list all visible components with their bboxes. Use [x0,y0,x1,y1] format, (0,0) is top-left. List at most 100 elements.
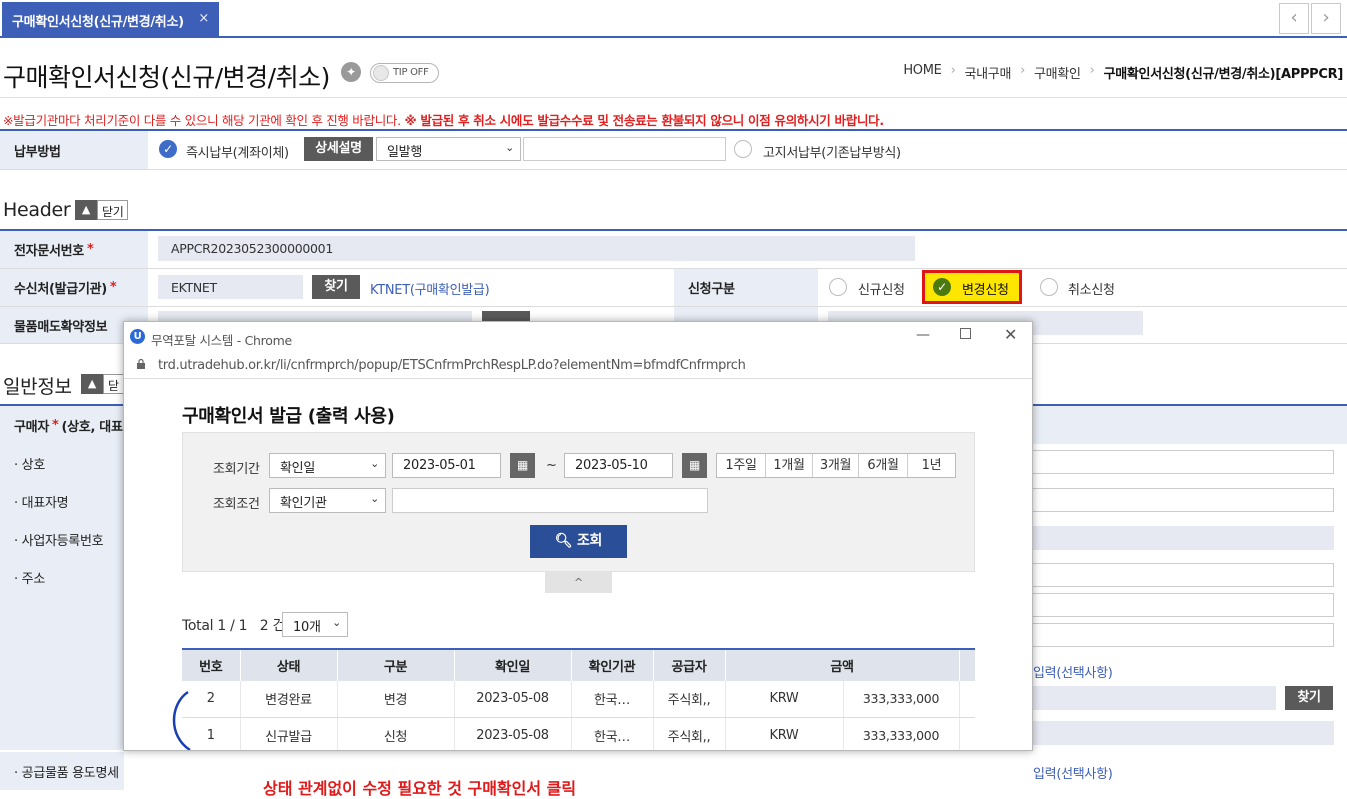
find-button[interactable]: 찾기 [1285,686,1333,710]
optional-input-link-2[interactable]: 입력(선택사항) [1033,763,1113,782]
close-icon[interactable]: ✕ [1004,325,1017,344]
tab-label: 구매확인서신청(신규/변경/취소) [12,15,184,30]
range-button-group: 1주일 1개월 3개월 6개월 1년 [716,453,956,478]
col-supplier: 공급자 [652,648,725,681]
date-to-input[interactable]: 2023-05-10 [564,453,673,478]
chevron-down-icon: ⌄ [505,141,514,154]
address-input-1[interactable] [1031,563,1334,587]
period-type-value: 확인일 [280,461,315,476]
search-button[interactable]: 🔍︎ 조회 [530,525,627,558]
tab-close-icon[interactable]: × [198,11,209,26]
find-receiver-button[interactable]: 찾기 [312,275,360,299]
condition-input[interactable] [392,488,708,513]
annotation-text: 상태 관계없이 수정 필요한 것 구매확인서 클릭 [263,779,577,798]
annotation-box [922,270,1022,304]
popup-heading: 구매확인서 발급 (출력 사용) [182,406,395,427]
breadcrumb-item[interactable]: 국내구매 [964,63,1011,82]
radio-immediate-payment[interactable]: ✓ [159,140,177,158]
buyer-ceo-input[interactable] [1031,488,1334,512]
required-mark: * [51,417,59,433]
collapse-chevron-up-icon[interactable]: ^ [545,572,612,593]
divider [0,129,1347,131]
app-logo-icon: U [130,329,145,344]
chevron-down-icon: ⌄ [332,616,341,629]
range-1week[interactable]: 1주일 [717,454,765,477]
breadcrumb-item[interactable]: 구매확인 [1034,63,1081,82]
general-close-button[interactable]: 닫 [103,374,124,394]
cell-extra [958,681,976,718]
chevron-down-icon: ⌄ [370,457,379,470]
detail-button[interactable]: 상세설명 [304,137,373,161]
cell-status[interactable]: 변경완료 [239,681,337,718]
radio-invoice-payment[interactable] [734,140,752,158]
cell-org: 한국… [570,681,653,718]
cell-extra [958,717,976,750]
col-amount: 금액 [724,648,960,681]
date-from-input[interactable]: 2023-05-01 [392,453,501,478]
range-3month[interactable]: 3개월 [812,454,858,477]
buyer-bizno-field [1031,526,1334,550]
payment-label: 납부방법 [0,131,148,169]
receiver-label: 수신처(발급기관) * [0,269,148,306]
required-mark: * [86,242,94,257]
col-extra [958,648,976,681]
lightbulb-icon[interactable]: ✦ [341,62,361,82]
optional-field-2 [1031,721,1334,745]
chevron-up-icon[interactable]: ▲ [75,200,97,220]
range-1year[interactable]: 1년 [907,454,955,477]
buyer-label-rest: (상호, 대표 [61,419,123,435]
cell-supplier: 주식회,, [652,717,725,750]
col-status: 상태 [239,648,337,681]
address-input-2[interactable] [1031,593,1334,617]
calendar-icon[interactable]: ▦ [510,453,535,478]
receiver-link[interactable]: KTNET(구매확인발급) [370,279,490,298]
col-no: 번호 [182,648,240,681]
tab-purchase-confirmation[interactable]: 구매확인서신청(신규/변경/취소) × [2,2,219,36]
radio-apply-new[interactable] [829,278,847,296]
header-close-button[interactable]: 닫기 [97,200,129,220]
cell-org: 한국… [570,717,653,750]
address-input-3[interactable] [1031,623,1334,647]
payment-select[interactable]: 일발행 ⌄ [376,137,521,161]
calendar-icon[interactable]: ▦ [682,453,707,478]
notice-part: ※발급기관마다 처리기준이 다를 수 있으니 해당 기관에 확인 후 진행 바랍… [3,113,405,128]
cell-status[interactable]: 신규발급 [239,717,337,750]
range-1month[interactable]: 1개월 [765,454,812,477]
page-title: 구매확인서신청(신규/변경/취소) [3,63,330,92]
url-text[interactable]: trd.utradehub.or.kr/li/cnfrmprch/popup/E… [158,358,746,373]
optional-input-link[interactable]: 입력(선택사항) [1033,662,1113,681]
payment-text-input[interactable] [523,137,726,161]
tab-prev-button[interactable]: ‹ [1279,3,1309,34]
range-6month[interactable]: 6개월 [858,454,907,477]
section-title-header: Header [3,199,71,221]
maximize-icon[interactable] [960,328,971,339]
breadcrumb-current: 구매확인서신청(신규/변경/취소)[APPPCR] [1103,67,1344,82]
table-row[interactable]: 1 신규발급 신청 2023-05-08 한국… 주식회,, KRW 333,3… [182,717,976,750]
notice-bold: ※ 발급된 후 취소 시에도 발급수수료 및 전송료는 환불되지 않으니 이점 … [404,113,884,128]
apply-type-label: 신청구분 [674,269,818,306]
immediate-payment-label: 즉시납부(계좌이체) [186,146,289,161]
search-button-label: 조회 [576,533,603,549]
cell-supplier: 주식회,, [652,681,725,718]
period-type-select[interactable]: 확인일 ⌄ [269,453,386,478]
condition-select[interactable]: 확인기관 ⌄ [269,488,386,513]
search-icon: 🔍︎ [554,533,577,549]
period-label: 조회기간 [213,462,260,477]
page-size-select[interactable]: 10개 ⌄ [282,612,348,637]
payment-select-value: 일발행 [387,145,422,160]
radio-apply-cancel[interactable] [1040,278,1058,296]
chevron-up-icon[interactable]: ▲ [81,374,103,394]
section-title-general: 일반정보 [3,376,72,398]
usage-label: · 공급물품 용도명세 [0,752,124,790]
buyer-name-input[interactable] [1031,450,1334,474]
tip-toggle[interactable]: TIP OFF [370,63,439,83]
table-row[interactable]: 2 변경완료 변경 2023-05-08 한국… 주식회,, KRW 333,3… [182,681,976,718]
breadcrumb-home[interactable]: HOME [903,63,942,82]
buyer-name-label: · 상호 [0,444,124,482]
minimize-icon[interactable]: — [916,327,930,343]
tab-next-button[interactable]: › [1311,3,1341,34]
popup-window: U 무역포탈 시스템 - Chrome — ✕ trd.utradehub.or… [123,321,1033,751]
chevron-right-icon: › [950,63,956,78]
apply-cancel-label: 취소신청 [1068,283,1115,298]
chevron-down-icon: ⌄ [370,492,379,505]
